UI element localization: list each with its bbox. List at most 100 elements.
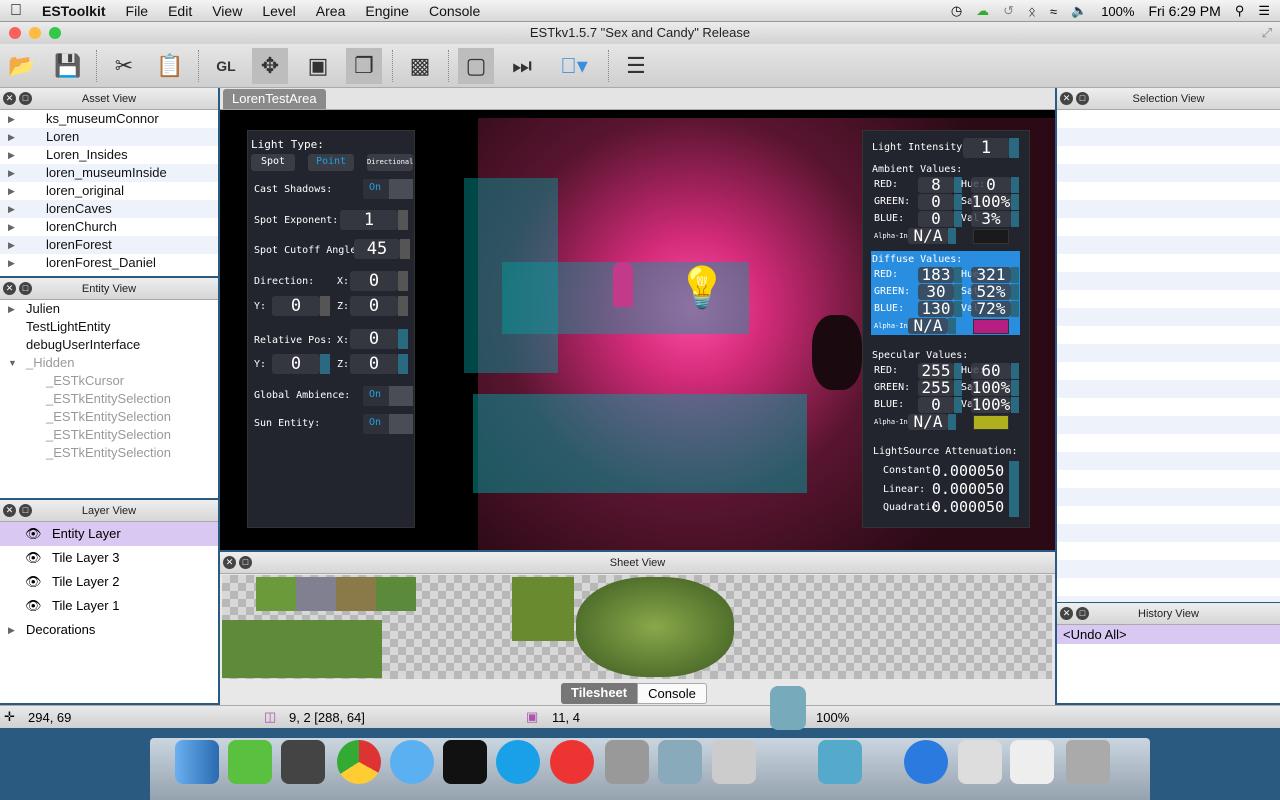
notification-icon[interactable]: ☰	[1258, 3, 1270, 19]
layers-icon[interactable]: ☰	[618, 48, 654, 84]
finder-icon[interactable]	[175, 740, 219, 784]
layer-item[interactable]: 👁 Tile Layer 2	[0, 570, 218, 594]
ambient-sat-field[interactable]: 100%	[971, 194, 1011, 210]
open-folder-icon[interactable]: 📂	[4, 48, 40, 84]
eye-icon[interactable]: 👁	[25, 546, 42, 570]
sublime-text-icon[interactable]	[281, 740, 325, 784]
eye-icon[interactable]: 👁	[25, 594, 42, 618]
system-preferences-icon[interactable]	[605, 740, 649, 784]
diffuse-color-swatch[interactable]	[973, 319, 1009, 334]
spinner[interactable]	[1009, 138, 1019, 158]
expand-arrow-icon[interactable]: ▶	[8, 300, 15, 318]
sun-entity-toggle[interactable]: On	[363, 414, 413, 434]
spinner[interactable]	[1011, 267, 1019, 283]
spinner[interactable]	[948, 318, 956, 334]
point-button[interactable]: Point	[308, 154, 354, 171]
spinner[interactable]	[1009, 497, 1019, 517]
entity-item[interactable]: ▼ _Hidden	[0, 354, 218, 372]
opengl-icon[interactable]: GL	[208, 48, 244, 84]
spot-button[interactable]: Spot	[251, 154, 295, 171]
status-icon[interactable]: ◷	[951, 3, 962, 19]
chrome-icon[interactable]	[337, 740, 381, 784]
light-intensity-field[interactable]: 1	[963, 138, 1009, 158]
direction-z-field[interactable]: 0	[350, 296, 398, 316]
minimize-window-button[interactable]	[29, 27, 41, 39]
spinner[interactable]	[1011, 363, 1019, 379]
spinner[interactable]	[1009, 479, 1019, 499]
menu-level[interactable]: Level	[252, 3, 305, 19]
ambient-color-swatch[interactable]	[973, 229, 1009, 244]
spinner[interactable]	[398, 354, 408, 374]
spinner[interactable]	[1011, 194, 1019, 210]
expand-arrow-icon[interactable]: ▶	[8, 618, 15, 642]
ambient-green-field[interactable]: 0	[918, 194, 954, 210]
expand-arrow-icon[interactable]: ▶	[8, 128, 15, 146]
spinner[interactable]	[1011, 380, 1019, 396]
menu-console[interactable]: Console	[419, 3, 490, 19]
asset-item[interactable]: ▶ loren_museumInside	[0, 164, 218, 182]
specular-hue-field[interactable]: 60	[971, 363, 1011, 379]
close-window-button[interactable]	[9, 27, 21, 39]
spinner[interactable]	[320, 296, 330, 316]
diffuse-hue-field[interactable]: 321	[971, 267, 1011, 283]
preview-icon[interactable]	[958, 740, 1002, 784]
expand-arrow-icon[interactable]: ▶	[8, 146, 15, 164]
image-capture-icon[interactable]	[712, 740, 756, 784]
relative-x-field[interactable]: 0	[350, 329, 398, 349]
diffuse-green-field[interactable]: 30	[918, 284, 954, 300]
menu-area[interactable]: Area	[306, 3, 356, 19]
apple-dropdown-icon[interactable]: ▾	[556, 48, 592, 84]
diffuse-blue-field[interactable]: 130	[918, 301, 954, 317]
asset-item[interactable]: ▶ lorenCaves	[0, 200, 218, 218]
expand-arrow-icon[interactable]: ▶	[8, 254, 15, 272]
frame-icon[interactable]: ▢	[458, 48, 494, 84]
spinner[interactable]	[398, 329, 408, 349]
menu-edit[interactable]: Edit	[158, 3, 202, 19]
wifi-icon[interactable]: ≈	[1050, 4, 1057, 19]
windows-icon[interactable]: ❐	[346, 48, 382, 84]
diffuse-val-field[interactable]: 72%	[971, 301, 1011, 317]
diffuse-red-field[interactable]: 183	[918, 267, 954, 283]
fullscreen-icon[interactable]: ⤢	[1262, 22, 1272, 44]
diffuse-alpha-field[interactable]: N/A	[908, 318, 948, 334]
entity-item[interactable]: TestLightEntity	[0, 318, 218, 336]
spinner[interactable]	[1011, 211, 1019, 227]
close-icon[interactable]: ✕	[3, 504, 16, 517]
ambient-blue-field[interactable]: 0	[918, 211, 954, 227]
spinner[interactable]	[1011, 301, 1019, 317]
asset-item[interactable]: ▶ loren_original	[0, 182, 218, 200]
quadratic-field[interactable]: 0.000050	[929, 497, 1007, 517]
spot-cutoff-field[interactable]: 45	[354, 239, 400, 259]
cast-shadows-toggle[interactable]: On	[363, 179, 413, 199]
entity-item[interactable]: _ESTkEntitySelection	[0, 444, 218, 462]
window-icon[interactable]: ▩	[402, 48, 438, 84]
clock[interactable]: Fri 6:29 PM	[1148, 3, 1220, 19]
asset-item[interactable]: ▶ lorenChurch	[0, 218, 218, 236]
layer-group[interactable]: ▶ Decorations	[0, 618, 218, 642]
linear-field[interactable]: 0.000050	[929, 479, 1007, 499]
menu-engine[interactable]: Engine	[355, 3, 419, 19]
document-icon[interactable]	[1010, 740, 1054, 784]
history-item[interactable]: <Undo All>	[1057, 625, 1280, 644]
cut-icon[interactable]: ✂	[106, 48, 142, 84]
messages-icon[interactable]	[390, 740, 434, 784]
save-icon[interactable]: 💾	[50, 48, 86, 84]
spinner[interactable]	[398, 271, 408, 291]
float-icon[interactable]: □	[1076, 607, 1089, 620]
entity-item[interactable]: _ESTkCursor	[0, 372, 218, 390]
estoolkit-app-icon[interactable]	[818, 740, 862, 784]
layer-item[interactable]: 👁 Tile Layer 3	[0, 546, 218, 570]
relative-y-field[interactable]: 0	[272, 354, 320, 374]
ambient-alpha-field[interactable]: N/A	[908, 228, 948, 244]
asset-item[interactable]: ▶ lorenForest	[0, 236, 218, 254]
diffuse-sat-field[interactable]: 52%	[971, 284, 1011, 300]
specular-blue-field[interactable]: 0	[918, 397, 954, 413]
constant-field[interactable]: 0.000050	[929, 461, 1007, 481]
spinner[interactable]	[1011, 177, 1019, 193]
zoom-window-button[interactable]	[49, 27, 61, 39]
tile-row[interactable]	[256, 577, 416, 611]
specular-sat-field[interactable]: 100%	[971, 380, 1011, 396]
expand-arrow-icon[interactable]: ▶	[8, 236, 15, 254]
specular-green-field[interactable]: 255	[918, 380, 954, 396]
spinner[interactable]	[1011, 284, 1019, 300]
